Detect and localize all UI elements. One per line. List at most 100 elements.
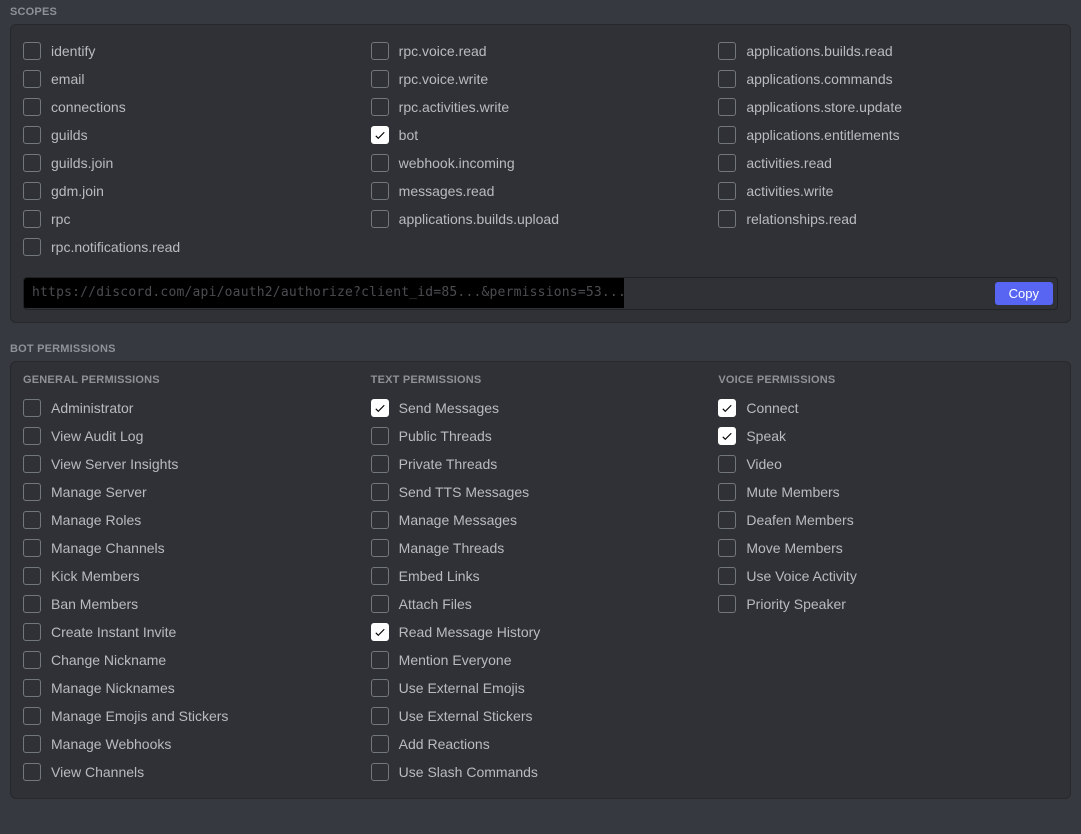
perm-administrator[interactable]: Administrator	[23, 394, 363, 422]
checkbox-icon[interactable]	[23, 595, 41, 613]
checkbox-icon[interactable]	[371, 399, 389, 417]
perm-kick-members[interactable]: Kick Members	[23, 562, 363, 590]
perm-manage-messages[interactable]: Manage Messages	[371, 506, 711, 534]
perm-deafen-members[interactable]: Deafen Members	[718, 506, 1058, 534]
checkbox-icon[interactable]	[718, 154, 736, 172]
checkbox-icon[interactable]	[371, 567, 389, 585]
checkbox-icon[interactable]	[23, 238, 41, 256]
checkbox-icon[interactable]	[371, 126, 389, 144]
checkbox-icon[interactable]	[371, 511, 389, 529]
checkbox-icon[interactable]	[371, 483, 389, 501]
checkbox-icon[interactable]	[718, 182, 736, 200]
checkbox-icon[interactable]	[718, 98, 736, 116]
scope-email[interactable]: email	[23, 65, 363, 93]
scope-applications-store-update[interactable]: applications.store.update	[718, 93, 1058, 121]
perm-manage-channels[interactable]: Manage Channels	[23, 534, 363, 562]
checkbox-icon[interactable]	[371, 707, 389, 725]
perm-ban-members[interactable]: Ban Members	[23, 590, 363, 618]
perm-manage-server[interactable]: Manage Server	[23, 478, 363, 506]
scope-rpc-voice-read[interactable]: rpc.voice.read	[371, 37, 711, 65]
perm-attach-files[interactable]: Attach Files	[371, 590, 711, 618]
checkbox-icon[interactable]	[371, 735, 389, 753]
checkbox-icon[interactable]	[718, 210, 736, 228]
checkbox-icon[interactable]	[371, 427, 389, 445]
scope-guilds-join[interactable]: guilds.join	[23, 149, 363, 177]
checkbox-icon[interactable]	[23, 735, 41, 753]
perm-use-voice-activity[interactable]: Use Voice Activity	[718, 562, 1058, 590]
perm-send-tts-messages[interactable]: Send TTS Messages	[371, 478, 711, 506]
perm-view-channels[interactable]: View Channels	[23, 758, 363, 786]
checkbox-icon[interactable]	[23, 539, 41, 557]
checkbox-icon[interactable]	[371, 70, 389, 88]
perm-private-threads[interactable]: Private Threads	[371, 450, 711, 478]
perm-move-members[interactable]: Move Members	[718, 534, 1058, 562]
checkbox-icon[interactable]	[371, 595, 389, 613]
checkbox-icon[interactable]	[23, 210, 41, 228]
perm-connect[interactable]: Connect	[718, 394, 1058, 422]
perm-public-threads[interactable]: Public Threads	[371, 422, 711, 450]
checkbox-icon[interactable]	[371, 42, 389, 60]
checkbox-icon[interactable]	[718, 483, 736, 501]
checkbox-icon[interactable]	[371, 154, 389, 172]
checkbox-icon[interactable]	[23, 42, 41, 60]
perm-manage-roles[interactable]: Manage Roles	[23, 506, 363, 534]
perm-change-nickname[interactable]: Change Nickname	[23, 646, 363, 674]
oauth-url-field[interactable]: https://discord.com/api/oauth2/authorize…	[24, 278, 624, 308]
checkbox-icon[interactable]	[718, 399, 736, 417]
checkbox-icon[interactable]	[718, 455, 736, 473]
checkbox-icon[interactable]	[718, 511, 736, 529]
scope-rpc-voice-write[interactable]: rpc.voice.write	[371, 65, 711, 93]
scope-activities-read[interactable]: activities.read	[718, 149, 1058, 177]
checkbox-icon[interactable]	[23, 679, 41, 697]
checkbox-icon[interactable]	[718, 42, 736, 60]
checkbox-icon[interactable]	[371, 623, 389, 641]
checkbox-icon[interactable]	[23, 567, 41, 585]
scope-webhook-incoming[interactable]: webhook.incoming	[371, 149, 711, 177]
perm-video[interactable]: Video	[718, 450, 1058, 478]
checkbox-icon[interactable]	[718, 595, 736, 613]
scope-connections[interactable]: connections	[23, 93, 363, 121]
checkbox-icon[interactable]	[718, 539, 736, 557]
checkbox-icon[interactable]	[371, 539, 389, 557]
checkbox-icon[interactable]	[23, 623, 41, 641]
perm-view-server-insights[interactable]: View Server Insights	[23, 450, 363, 478]
scope-applications-builds-upload[interactable]: applications.builds.upload	[371, 205, 711, 233]
checkbox-icon[interactable]	[23, 399, 41, 417]
perm-manage-webhooks[interactable]: Manage Webhooks	[23, 730, 363, 758]
scope-bot[interactable]: bot	[371, 121, 711, 149]
perm-use-external-stickers[interactable]: Use External Stickers	[371, 702, 711, 730]
scope-rpc[interactable]: rpc	[23, 205, 363, 233]
perm-read-message-history[interactable]: Read Message History	[371, 618, 711, 646]
checkbox-icon[interactable]	[371, 98, 389, 116]
checkbox-icon[interactable]	[23, 707, 41, 725]
checkbox-icon[interactable]	[23, 154, 41, 172]
scope-applications-entitlements[interactable]: applications.entitlements	[718, 121, 1058, 149]
perm-manage-nicknames[interactable]: Manage Nicknames	[23, 674, 363, 702]
scope-applications-commands[interactable]: applications.commands	[718, 65, 1058, 93]
perm-mention-everyone[interactable]: Mention Everyone	[371, 646, 711, 674]
scope-rpc-notifications-read[interactable]: rpc.notifications.read	[23, 233, 363, 261]
scope-relationships-read[interactable]: relationships.read	[718, 205, 1058, 233]
perm-use-external-emojis[interactable]: Use External Emojis	[371, 674, 711, 702]
checkbox-icon[interactable]	[23, 511, 41, 529]
checkbox-icon[interactable]	[23, 182, 41, 200]
checkbox-icon[interactable]	[718, 567, 736, 585]
checkbox-icon[interactable]	[23, 483, 41, 501]
perm-mute-members[interactable]: Mute Members	[718, 478, 1058, 506]
checkbox-icon[interactable]	[718, 70, 736, 88]
checkbox-icon[interactable]	[23, 70, 41, 88]
checkbox-icon[interactable]	[23, 763, 41, 781]
checkbox-icon[interactable]	[371, 210, 389, 228]
scope-rpc-activities-write[interactable]: rpc.activities.write	[371, 93, 711, 121]
scope-activities-write[interactable]: activities.write	[718, 177, 1058, 205]
checkbox-icon[interactable]	[718, 126, 736, 144]
checkbox-icon[interactable]	[23, 427, 41, 445]
scope-guilds[interactable]: guilds	[23, 121, 363, 149]
perm-use-slash-commands[interactable]: Use Slash Commands	[371, 758, 711, 786]
perm-priority-speaker[interactable]: Priority Speaker	[718, 590, 1058, 618]
perm-speak[interactable]: Speak	[718, 422, 1058, 450]
perm-add-reactions[interactable]: Add Reactions	[371, 730, 711, 758]
checkbox-icon[interactable]	[718, 427, 736, 445]
checkbox-icon[interactable]	[371, 763, 389, 781]
scope-gdm-join[interactable]: gdm.join	[23, 177, 363, 205]
